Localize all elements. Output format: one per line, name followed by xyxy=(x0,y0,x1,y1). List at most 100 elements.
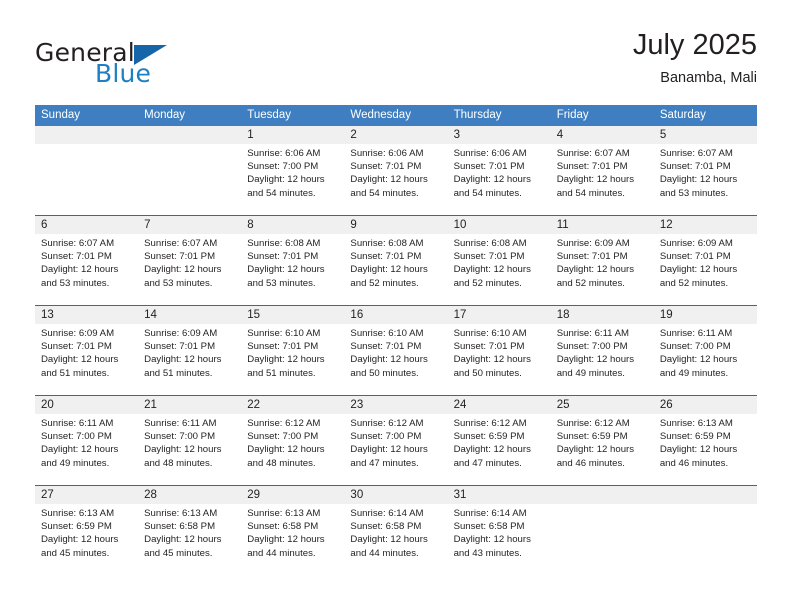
day-number[interactable]: 25 xyxy=(551,396,654,414)
day-number[interactable]: 21 xyxy=(138,396,241,414)
day-cell[interactable]: Sunrise: 6:13 AM Sunset: 6:59 PM Daylight:… xyxy=(654,414,757,485)
sunrise-text: Sunrise: 6:07 AM xyxy=(556,148,630,159)
day-cell[interactable]: Sunrise: 6:09 AM Sunset: 7:01 PM Daylight:… xyxy=(35,324,138,395)
general-blue-logo[interactable]: General Blue xyxy=(35,32,285,92)
day-cell[interactable]: Sunrise: 6:10 AM Sunset: 7:01 PM Daylight:… xyxy=(241,324,344,395)
day-number[interactable]: 5 xyxy=(654,126,757,144)
day-cell[interactable]: Sunrise: 6:09 AM Sunset: 7:01 PM Daylight:… xyxy=(551,234,654,305)
day-cell[interactable]: Sunrise: 6:14 AM Sunset: 6:58 PM Daylight:… xyxy=(344,504,447,575)
day-number[interactable]: 28 xyxy=(138,486,241,504)
day-cell[interactable]: Sunrise: 6:08 AM Sunset: 7:01 PM Daylight:… xyxy=(344,234,447,305)
day-cell[interactable]: Sunrise: 6:12 AM Sunset: 6:59 PM Daylight:… xyxy=(551,414,654,485)
day-cell[interactable]: Sunrise: 6:11 AM Sunset: 7:00 PM Daylight:… xyxy=(138,414,241,485)
day-number[interactable]: 23 xyxy=(344,396,447,414)
day-number[interactable]: 18 xyxy=(551,306,654,324)
sunset-text: Sunset: 7:01 PM xyxy=(144,341,216,353)
day-number[interactable]: 11 xyxy=(551,216,654,234)
weekday-header-tuesday: Tuesday xyxy=(247,109,291,121)
day-cell[interactable]: Sunrise: 6:11 AM Sunset: 7:00 PM Daylight:… xyxy=(654,324,757,395)
day-cell[interactable]: Sunrise: 6:09 AM Sunset: 7:01 PM Daylight:… xyxy=(138,324,241,395)
day-number[interactable]: 4 xyxy=(551,126,654,144)
day-cell[interactable]: Sunrise: 6:13 AM Sunset: 6:58 PM Daylight:… xyxy=(241,504,344,575)
day-number[interactable]: 8 xyxy=(241,216,344,234)
daylight-text-line1: Daylight: 12 hours xyxy=(453,174,531,186)
day-cell[interactable]: Sunrise: 6:12 AM Sunset: 7:00 PM Daylight:… xyxy=(344,414,447,485)
weekday-header-sunday: Sunday xyxy=(41,109,81,121)
day-number[interactable]: 29 xyxy=(241,486,344,504)
day-cell[interactable]: Sunrise: 6:12 AM Sunset: 6:59 PM Daylight:… xyxy=(448,414,551,485)
day-number[interactable]: 7 xyxy=(138,216,241,234)
day-cell[interactable]: Sunrise: 6:09 AM Sunset: 7:01 PM Daylight:… xyxy=(654,234,757,305)
sunrise-text: Sunrise: 6:08 AM xyxy=(350,238,424,249)
day-number[interactable]: 2 xyxy=(344,126,447,144)
day-number[interactable]: 9 xyxy=(344,216,447,234)
day-cell[interactable]: Sunrise: 6:06 AM Sunset: 7:01 PM Daylight:… xyxy=(344,144,447,215)
sunrise-text: Sunrise: 6:07 AM xyxy=(144,238,218,249)
day-cell[interactable]: Sunrise: 6:13 AM Sunset: 6:58 PM Daylight:… xyxy=(138,504,241,575)
sunset-text: Sunset: 7:01 PM xyxy=(247,341,319,353)
day-cell[interactable]: Sunrise: 6:11 AM Sunset: 7:00 PM Daylight:… xyxy=(35,414,138,485)
day-cell[interactable]: Sunrise: 6:08 AM Sunset: 7:01 PM Daylight:… xyxy=(448,234,551,305)
sunrise-text: Sunrise: 6:11 AM xyxy=(659,328,733,339)
day-number[interactable]: 31 xyxy=(448,486,551,504)
daylight-text-line2: and 48 minutes. xyxy=(247,457,316,469)
daylight-text-line2: and 50 minutes. xyxy=(350,367,419,379)
day-cell[interactable]: Sunrise: 6:06 AM Sunset: 7:01 PM Daylight:… xyxy=(448,144,551,215)
day-cell[interactable]: Sunrise: 6:11 AM Sunset: 7:00 PM Daylight:… xyxy=(551,324,654,395)
day-number[interactable]: 6 xyxy=(35,216,138,234)
daylight-text-line1: Daylight: 12 hours xyxy=(659,174,738,186)
day-number[interactable]: 30 xyxy=(344,486,447,504)
day-cell[interactable]: Sunrise: 6:12 AM Sunset: 7:00 PM Daylight:… xyxy=(241,414,344,485)
day-number[interactable]: 14 xyxy=(138,306,241,324)
day-cell[interactable]: Sunrise: 6:10 AM Sunset: 7:01 PM Daylight:… xyxy=(448,324,551,395)
sunset-text: Sunset: 6:58 PM xyxy=(247,521,319,533)
sunset-text: Sunset: 6:58 PM xyxy=(453,521,525,533)
day-number[interactable]: 16 xyxy=(344,306,447,324)
day-cell[interactable]: Sunrise: 6:13 AM Sunset: 6:59 PM Daylight:… xyxy=(35,504,138,575)
daylight-text-line1: Daylight: 12 hours xyxy=(247,174,325,186)
sunset-text: Sunset: 7:01 PM xyxy=(556,251,628,263)
day-number[interactable]: 1 xyxy=(241,126,344,144)
daylight-text-line2: and 52 minutes. xyxy=(659,277,729,289)
day-number[interactable]: 10 xyxy=(448,216,551,234)
day-cell[interactable]: Sunrise: 6:06 AM Sunset: 7:00 PM Daylight:… xyxy=(241,144,344,215)
day-number[interactable]: 3 xyxy=(448,126,551,144)
day-number[interactable]: 15 xyxy=(241,306,344,324)
daylight-text-line1: Daylight: 12 hours xyxy=(247,534,325,546)
sunrise-text: Sunrise: 6:09 AM xyxy=(41,328,115,339)
day-cell[interactable]: Sunrise: 6:07 AM Sunset: 7:01 PM Daylight:… xyxy=(551,144,654,215)
daylight-text-line2: and 49 minutes. xyxy=(659,367,729,379)
daylight-text-line1: Daylight: 12 hours xyxy=(144,264,222,276)
calendar-week-row: 13 14 15 16 17 18 19 Sunrise: 6:09 AM Sunset: 7:… xyxy=(35,305,757,395)
day-number[interactable]: 19 xyxy=(654,306,757,324)
day-number[interactable]: 17 xyxy=(448,306,551,324)
day-number[interactable]: 22 xyxy=(241,396,344,414)
day-number[interactable]: 24 xyxy=(448,396,551,414)
day-number[interactable]: 12 xyxy=(654,216,757,234)
day-number[interactable]: 13 xyxy=(35,306,138,324)
sunset-text: Sunset: 7:00 PM xyxy=(556,341,628,353)
daylight-text-line1: Daylight: 12 hours xyxy=(41,444,119,456)
week-date-number-band: 27 28 29 30 31 xyxy=(35,486,757,504)
daylight-text-line1: Daylight: 12 hours xyxy=(350,534,428,546)
sunset-text: Sunset: 6:59 PM xyxy=(556,431,628,443)
day-number[interactable]: 26 xyxy=(654,396,757,414)
daylight-text-line2: and 53 minutes. xyxy=(144,277,213,289)
day-cell[interactable]: Sunrise: 6:14 AM Sunset: 6:58 PM Daylight:… xyxy=(448,504,551,575)
day-cell[interactable]: Sunrise: 6:07 AM Sunset: 7:01 PM Daylight:… xyxy=(138,234,241,305)
sunrise-text: Sunrise: 6:14 AM xyxy=(453,508,527,519)
day-number[interactable]: 27 xyxy=(35,486,138,504)
day-cell[interactable]: Sunrise: 6:10 AM Sunset: 7:01 PM Daylight:… xyxy=(344,324,447,395)
daylight-text-line2: and 49 minutes. xyxy=(41,457,110,469)
daylight-text-line2: and 53 minutes. xyxy=(247,277,316,289)
day-number[interactable]: 20 xyxy=(35,396,138,414)
daylight-text-line1: Daylight: 12 hours xyxy=(556,174,635,186)
day-cell[interactable]: Sunrise: 6:07 AM Sunset: 7:01 PM Daylight:… xyxy=(654,144,757,215)
daylight-text-line2: and 51 minutes. xyxy=(144,367,213,379)
page-title: July 2025 xyxy=(632,29,757,61)
day-cell[interactable]: Sunrise: 6:07 AM Sunset: 7:01 PM Daylight:… xyxy=(35,234,138,305)
daylight-text-line2: and 45 minutes. xyxy=(144,547,213,559)
calendar-week-row: 20 21 22 23 24 25 26 Sunrise: 6:11 AM Sunset: 7:… xyxy=(35,395,757,485)
day-cell[interactable]: Sunrise: 6:08 AM Sunset: 7:01 PM Daylight:… xyxy=(241,234,344,305)
sunset-text: Sunset: 7:01 PM xyxy=(350,161,422,173)
